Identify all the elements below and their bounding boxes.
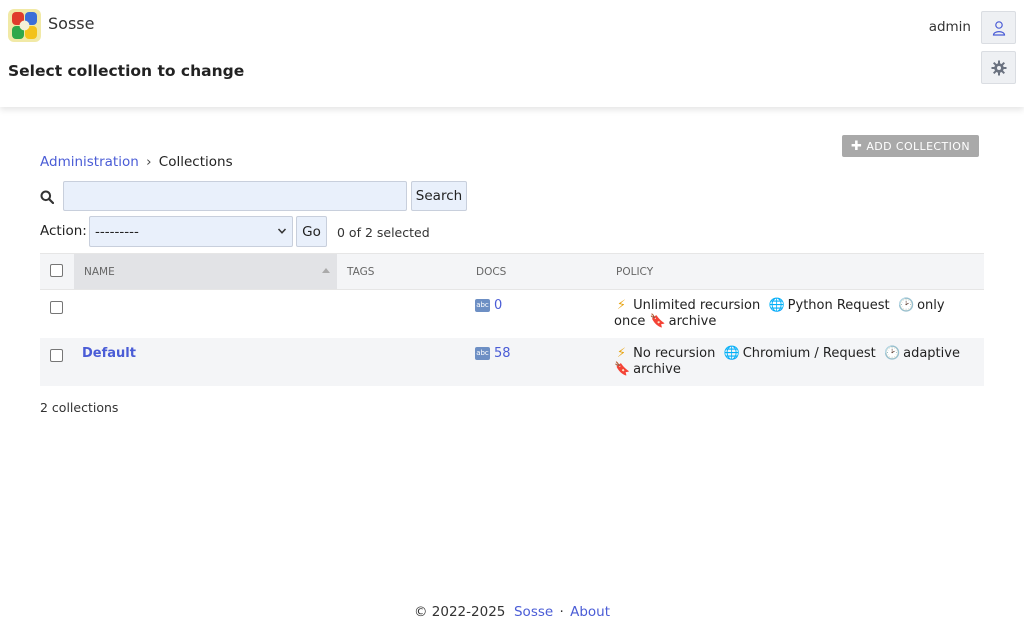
user-icon bbox=[992, 20, 1005, 36]
footer: © 2022-2025 Sosse · About bbox=[0, 604, 1024, 620]
action-label: Action: bbox=[40, 223, 87, 239]
column-header-docs: DOCS bbox=[476, 265, 507, 278]
bookmark-icon: 🔖 bbox=[614, 362, 631, 377]
policy-archive: archive bbox=[668, 314, 717, 329]
add-collection-label: ADD COLLECTION bbox=[866, 139, 970, 153]
bolt-icon: ⚡ bbox=[616, 346, 627, 361]
breadcrumb: Administration › Collections bbox=[40, 154, 233, 170]
policy-recursion: Unlimited recursion bbox=[633, 298, 761, 313]
globe-icon: 🌐 bbox=[723, 346, 740, 361]
breadcrumb-administration-link[interactable]: Administration bbox=[40, 154, 139, 170]
app-name[interactable]: Sosse bbox=[48, 14, 94, 33]
column-header-policy: POLICY bbox=[616, 265, 654, 278]
search-button[interactable]: Search bbox=[411, 181, 467, 211]
column-header-tags: TAGS bbox=[347, 265, 375, 278]
row-checkbox[interactable] bbox=[50, 349, 63, 362]
settings-button[interactable] bbox=[981, 51, 1016, 84]
policy-recursion: No recursion bbox=[633, 346, 716, 361]
search-icon bbox=[40, 190, 54, 204]
collections-table: NAME TAGS DOCS POLICY abc 0 ⚡ Unlimited … bbox=[40, 253, 984, 386]
bolt-icon: ⚡ bbox=[616, 298, 627, 313]
footer-sosse-link[interactable]: Sosse bbox=[514, 604, 553, 620]
column-header-name[interactable]: NAME bbox=[74, 254, 337, 289]
clock-icon: 🕑 bbox=[897, 298, 915, 313]
plus-icon: ✚ bbox=[851, 138, 863, 154]
policy-frequency: adaptive bbox=[903, 346, 960, 361]
footer-about-link[interactable]: About bbox=[570, 604, 610, 620]
action-select[interactable]: --------- bbox=[89, 216, 293, 247]
search-input[interactable] bbox=[63, 181, 407, 211]
breadcrumb-separator: › bbox=[146, 154, 152, 170]
docs-count-link[interactable]: 58 bbox=[494, 346, 511, 361]
policy-browser: Python Request bbox=[787, 298, 890, 313]
policy-cell: ⚡ Unlimited recursion 🌐 Python Request 🕑… bbox=[614, 298, 979, 330]
header: Sosse Select collection to change admin bbox=[0, 0, 1024, 107]
docs-cell: abc 58 bbox=[475, 346, 511, 361]
bookmark-icon: 🔖 bbox=[649, 314, 666, 329]
gear-icon bbox=[991, 60, 1006, 75]
policy-cell: ⚡ No recursion 🌐 Chromium / Request 🕑 ad… bbox=[614, 346, 979, 378]
collection-name-link[interactable]: Default bbox=[82, 346, 136, 361]
docs-count-link[interactable]: 0 bbox=[494, 298, 502, 313]
abc-icon: abc bbox=[475, 299, 490, 312]
copyright: © 2022-2025 bbox=[414, 604, 506, 620]
add-collection-button[interactable]: ✚ ADD COLLECTION bbox=[842, 135, 979, 157]
table-header: NAME TAGS DOCS POLICY bbox=[40, 253, 984, 290]
table-row: Default abc 58 ⚡ No recursion 🌐 Chromium… bbox=[40, 338, 984, 386]
globe-icon: 🌐 bbox=[768, 298, 785, 313]
user-menu-button[interactable] bbox=[981, 11, 1016, 44]
result-count: 2 collections bbox=[40, 400, 119, 415]
column-name-label: NAME bbox=[84, 265, 115, 278]
policy-browser: Chromium / Request bbox=[742, 346, 876, 361]
chevron-down-icon bbox=[277, 228, 287, 234]
row-checkbox[interactable] bbox=[50, 301, 63, 314]
selected-count: 0 of 2 selected bbox=[337, 225, 430, 240]
sort-ascending-icon[interactable] bbox=[322, 268, 330, 273]
table-row: abc 0 ⚡ Unlimited recursion 🌐 Python Req… bbox=[40, 290, 984, 338]
policy-archive: archive bbox=[633, 362, 681, 377]
sosse-logo-icon[interactable] bbox=[8, 9, 41, 42]
abc-icon: abc bbox=[475, 347, 490, 360]
clock-icon: 🕑 bbox=[883, 346, 901, 361]
go-button[interactable]: Go bbox=[296, 216, 327, 247]
page-title: Select collection to change bbox=[8, 62, 245, 80]
action-select-value: --------- bbox=[95, 223, 139, 240]
footer-separator: · bbox=[559, 604, 564, 620]
username: admin bbox=[928, 19, 971, 35]
select-all-checkbox[interactable] bbox=[50, 264, 63, 277]
docs-cell: abc 0 bbox=[475, 298, 502, 313]
breadcrumb-current: Collections bbox=[158, 154, 233, 170]
